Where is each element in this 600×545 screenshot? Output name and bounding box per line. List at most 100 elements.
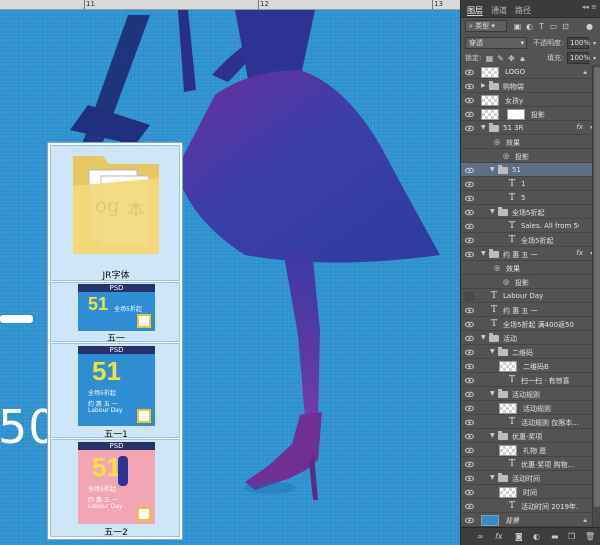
layer-row[interactable]: ▼ 活动规则 — [461, 387, 593, 401]
layer-row[interactable]: ▼ 优惠·奖项 — [461, 429, 593, 443]
effect-eye-icon[interactable]: ◎ — [494, 264, 500, 272]
file-item-jr-font-folder[interactable]: og 本 JR字体 — [50, 145, 180, 281]
new-group-icon[interactable]: ▬ — [551, 532, 559, 541]
layer-row[interactable]: T Labour Day — [461, 289, 593, 303]
layer-row[interactable]: T约 惠 五 一 — [461, 303, 593, 317]
eye-icon[interactable] — [465, 418, 474, 427]
add-mask-icon[interactable]: ◙ — [515, 532, 523, 541]
layer-row[interactable]: ▼ 全场5折起 — [461, 205, 593, 219]
visibility-toggle-off[interactable] — [465, 292, 474, 301]
layer-row[interactable]: T Sales. All from 50... — [461, 219, 593, 233]
layer-row[interactable]: T 活动时间 2019年... — [461, 499, 593, 513]
filter-toggle-icon[interactable]: ● — [585, 22, 594, 31]
layer-row[interactable]: T 全场5折起 满400返50 — [461, 317, 593, 331]
collapse-arrow-icon[interactable]: ▼ — [490, 475, 496, 481]
eye-icon[interactable] — [465, 404, 474, 413]
collapse-arrow-icon[interactable]: ▼ — [490, 391, 496, 397]
layer-filter-select[interactable]: ⌕ 类型 ▾ — [465, 20, 507, 32]
eye-icon[interactable] — [465, 502, 474, 511]
fill-input[interactable]: 100% — [567, 52, 590, 64]
layer-row[interactable]: 礼物 愿 — [461, 443, 593, 457]
expand-arrow-icon[interactable]: ▶ — [481, 83, 487, 89]
opacity-dropdown-icon[interactable]: ▾ — [590, 39, 599, 48]
layer-row[interactable]: LOGO 🔒︎ — [461, 65, 593, 79]
link-layers-icon[interactable]: ∞ — [477, 532, 484, 541]
eye-icon[interactable] — [465, 348, 474, 357]
eye-icon[interactable] — [465, 222, 474, 231]
layer-row[interactable]: ◎ 投影 — [461, 149, 593, 163]
adjustment-filter-icon[interactable]: ◐ — [525, 22, 534, 31]
layer-row[interactable]: T 扫一扫 · 有惊喜 — [461, 373, 593, 387]
tab-layers[interactable]: 图层 — [467, 5, 483, 16]
layer-row[interactable]: 时间 — [461, 485, 593, 499]
effect-eye-icon[interactable]: ◎ — [494, 138, 500, 146]
layer-row[interactable]: 活动规则 — [461, 401, 593, 415]
horizontal-ruler[interactable]: 11 12 13 — [0, 0, 460, 10]
layer-row[interactable]: ▼约 惠 五 一fx▾ — [461, 247, 593, 261]
eye-icon[interactable] — [465, 488, 474, 497]
layer-row[interactable]: ▼ 活动时间 — [461, 471, 593, 485]
collapse-arrow-icon[interactable]: ▼ — [490, 167, 496, 173]
document-canvas[interactable]: 50 11 12 13 og 本 JR字体 — [0, 0, 460, 545]
panel-menu-icon[interactable]: ◂◂ ≡ — [582, 3, 597, 11]
eye-icon[interactable] — [465, 82, 474, 91]
eye-icon[interactable] — [465, 460, 474, 469]
type-filter-icon[interactable]: T — [537, 22, 546, 31]
file-item-psd-wuyi-1[interactable]: PSD 51 全场5折起 约 惠 五 一 Labour Day 五一1 — [50, 343, 180, 440]
tab-channels[interactable]: 通道 — [491, 5, 507, 16]
eye-icon[interactable] — [465, 474, 474, 483]
layer-row[interactable]: ▼ 二维码 — [461, 345, 593, 359]
layer-row[interactable]: ▼ 活动 — [461, 331, 593, 345]
eye-icon[interactable] — [465, 320, 474, 329]
pixel-filter-icon[interactable]: ▣ — [513, 22, 522, 31]
collapse-arrow-icon[interactable]: ▼ — [490, 209, 496, 215]
eye-icon[interactable] — [465, 390, 474, 399]
layer-effects-icon[interactable]: fx — [576, 249, 583, 257]
collapse-arrow-icon[interactable]: ▼ — [481, 125, 487, 131]
layer-row[interactable]: T1 — [461, 177, 593, 191]
eye-icon[interactable] — [465, 208, 474, 217]
layer-row[interactable]: ▶ 购物袋 — [461, 79, 593, 93]
layer-list-scrollbar[interactable] — [592, 65, 600, 527]
effect-eye-icon[interactable]: ◎ — [503, 152, 509, 160]
tab-paths[interactable]: 路径 — [515, 5, 531, 16]
eye-icon[interactable] — [465, 194, 474, 203]
layer-row[interactable]: T 活动规则 仅限本... — [461, 415, 593, 429]
layer-row[interactable]: ◎ 效果 — [461, 261, 593, 275]
lock-image-icon[interactable]: ✎ — [496, 54, 505, 63]
lock-position-icon[interactable]: ✥ — [507, 54, 516, 63]
eye-icon[interactable] — [465, 376, 474, 385]
layer-row[interactable]: ▼ 51 — [461, 163, 593, 177]
lock-all-icon[interactable]: 🔒︎ — [518, 54, 527, 63]
blend-mode-select[interactable]: 穿透 ▾ — [465, 37, 527, 49]
file-item-psd-wuyi[interactable]: PSD 51 全场5折起 五一 — [50, 282, 180, 344]
shape-filter-icon[interactable]: ▭ — [549, 22, 558, 31]
collapse-arrow-icon[interactable]: ▼ — [481, 251, 487, 257]
fill-dropdown-icon[interactable]: ▾ — [590, 54, 599, 63]
eye-icon[interactable] — [465, 236, 474, 245]
effect-eye-icon[interactable]: ◎ — [503, 278, 509, 286]
opacity-input[interactable]: 100% — [567, 37, 590, 49]
smart-object-filter-icon[interactable]: ⊡ — [561, 22, 570, 31]
eye-icon[interactable] — [465, 516, 474, 525]
layer-row[interactable]: 投影 — [461, 107, 593, 121]
eye-icon[interactable] — [465, 432, 474, 441]
layer-row[interactable]: 背景 🔒︎ — [461, 513, 593, 527]
layer-row[interactable]: 二维码B — [461, 359, 593, 373]
eye-icon[interactable] — [465, 96, 474, 105]
file-item-psd-wuyi-2[interactable]: PSD 51 全场5折起 约 惠 五 一 Labour Day 五一2 — [50, 439, 180, 538]
eye-icon[interactable] — [465, 110, 474, 119]
eye-icon[interactable] — [465, 166, 474, 175]
eye-icon[interactable] — [465, 180, 474, 189]
adjustment-layer-icon[interactable]: ◐ — [533, 532, 540, 541]
eye-icon[interactable] — [465, 334, 474, 343]
eye-icon[interactable] — [465, 250, 474, 259]
eye-icon[interactable] — [465, 446, 474, 455]
add-layer-style-icon[interactable]: fx — [495, 532, 503, 541]
collapse-arrow-icon[interactable]: ▼ — [481, 335, 487, 341]
scroll-thumb[interactable] — [594, 67, 600, 507]
eye-icon[interactable] — [465, 68, 474, 77]
eye-icon[interactable] — [465, 306, 474, 315]
layer-row[interactable]: ◎ 投影 — [461, 275, 593, 289]
layer-row[interactable]: T5 — [461, 191, 593, 205]
